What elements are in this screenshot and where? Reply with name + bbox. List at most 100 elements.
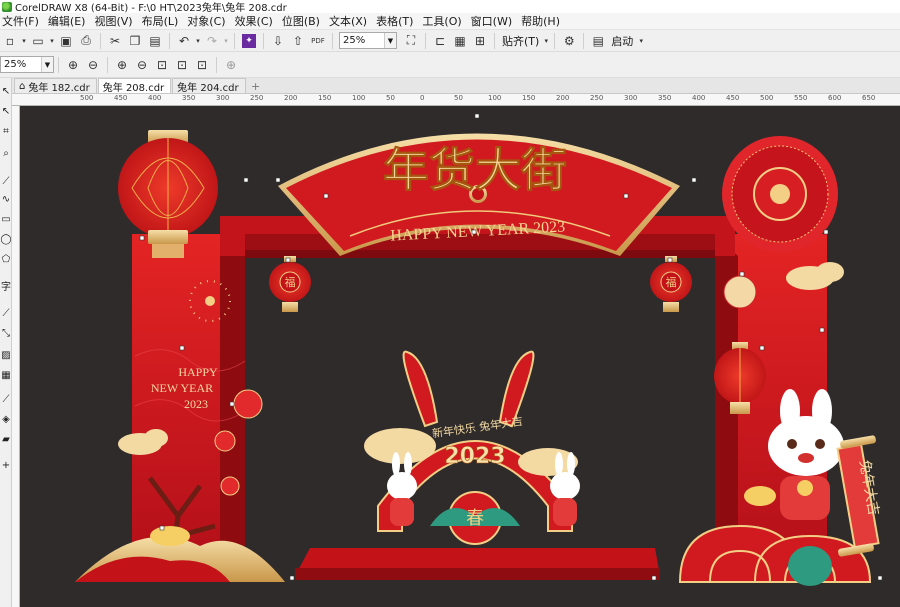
transparency-icon[interactable]: ▦ <box>0 366 12 384</box>
new-document-icon[interactable]: ▫ <box>0 32 20 50</box>
title-bar: CorelDRAW X8 (64-Bit) - F:\0 HT\2023兔年\兔… <box>0 0 900 14</box>
zoom-out-icon[interactable]: ⊖ <box>83 56 103 74</box>
menu-tools[interactable]: 工具(O) <box>422 13 470 29</box>
ellipse-tool-icon[interactable]: ◯ <box>0 230 12 248</box>
ruler-tick-label: 500 <box>80 94 94 102</box>
show-guidelines-icon[interactable]: ⊞ <box>470 32 490 50</box>
rectangle-tool-icon[interactable]: ▭ <box>0 210 12 228</box>
ruler-tick-label: 50 <box>454 94 463 102</box>
separator <box>332 32 333 49</box>
menu-layout[interactable]: 布局(L) <box>142 13 188 29</box>
artwork: 年货大街 HAPPY NEW YEAR 2023 福 福 HAPPY NEW Y… <box>75 113 883 586</box>
artistic-media-icon[interactable]: ∿ <box>0 190 12 208</box>
show-rulers-icon[interactable]: ⊏ <box>430 32 450 50</box>
snap-dropdown-icon[interactable]: ▾ <box>542 32 550 50</box>
copy-icon[interactable]: ❐ <box>125 32 145 50</box>
arch-greeting: 新年快乐 兔年大吉 <box>431 414 524 441</box>
export-icon[interactable]: ⇧ <box>288 32 308 50</box>
zoom-to-width-icon[interactable]: ⊡ <box>172 56 192 74</box>
open-folder-icon[interactable]: ▭ <box>28 32 48 50</box>
ruler-tick-label: 400 <box>148 94 162 102</box>
redo-dropdown-icon[interactable]: ▾ <box>222 32 230 50</box>
arch-year: 2023 <box>444 444 505 469</box>
tab-label: 兔年 204.cdr <box>177 82 239 94</box>
zoom-to-selected-icon[interactable]: ⊕ <box>112 56 132 74</box>
undo-dropdown-icon[interactable]: ▾ <box>194 32 202 50</box>
crop-tool-icon[interactable]: ⌗ <box>0 122 12 140</box>
print-icon[interactable]: ⎙ <box>76 32 96 50</box>
drawing-canvas[interactable]: 年货大街 HAPPY NEW YEAR 2023 福 福 HAPPY NEW Y… <box>20 106 900 607</box>
tab-document-204[interactable]: 兔年 204.cdr <box>172 78 246 94</box>
new-dropdown-icon[interactable]: ▾ <box>20 32 28 50</box>
import-icon[interactable]: ⇩ <box>268 32 288 50</box>
save-icon[interactable]: ▣ <box>56 32 76 50</box>
tab-document-182[interactable]: ⌂ 兔年 182.cdr <box>14 78 97 94</box>
zoom-to-page-icon[interactable]: ⊡ <box>152 56 172 74</box>
shape-tool-icon[interactable]: ↖ <box>0 102 12 120</box>
menu-table[interactable]: 表格(T) <box>376 13 422 29</box>
zoom-level-value: 25% <box>343 35 366 46</box>
tab-document-208[interactable]: 兔年 208.cdr <box>97 78 172 94</box>
add-tool-plus-icon[interactable]: + <box>0 456 12 474</box>
add-plus-icon[interactable]: ⊕ <box>221 56 241 74</box>
ruler-tick-label: 200 <box>284 94 298 102</box>
pick-tool-icon[interactable]: ↖ <box>0 82 12 100</box>
zoom-in-icon[interactable]: ⊕ <box>63 56 83 74</box>
separator <box>58 56 59 73</box>
menu-window[interactable]: 窗口(W) <box>471 13 521 29</box>
property-zoom-select[interactable]: 25% ▼ <box>0 56 54 73</box>
smart-fill-icon[interactable]: ▰ <box>0 430 12 448</box>
separator <box>100 32 101 49</box>
launch-button[interactable]: 启动 <box>608 33 636 49</box>
show-grid-icon[interactable]: ▦ <box>450 32 470 50</box>
full-screen-icon[interactable]: ⛶ <box>401 32 421 50</box>
menu-help[interactable]: 帮助(H) <box>521 13 569 29</box>
connector-tool-icon[interactable]: ⤡ <box>0 324 12 342</box>
launch-dropdown-icon[interactable]: ▾ <box>636 32 646 50</box>
chevron-down-icon[interactable]: ▼ <box>41 57 53 72</box>
cut-icon[interactable]: ✂ <box>105 32 125 50</box>
paste-icon[interactable]: ▤ <box>145 32 165 50</box>
options-gear-icon[interactable]: ⚙ <box>559 32 579 50</box>
redo-icon[interactable]: ↷ <box>202 32 222 50</box>
text-tool-icon[interactable]: 字 <box>0 276 12 294</box>
property-bar: 25% ▼ ⊕ ⊖ ⊕ ⊖ ⊡ ⊡ ⊡ ⊕ <box>0 52 900 78</box>
menu-object[interactable]: 对象(C) <box>187 13 234 29</box>
snap-to-button[interactable]: 贴齐(T) <box>499 33 542 49</box>
ruler-tick-label: 350 <box>658 94 672 102</box>
vertical-ruler <box>12 106 20 607</box>
search-content-icon[interactable]: ✦ <box>242 33 256 48</box>
menu-bitmaps[interactable]: 位图(B) <box>282 13 329 29</box>
lantern-char-right: 福 <box>666 275 677 289</box>
freehand-tool-icon[interactable]: ⟋ <box>0 172 12 190</box>
application-launcher-icon[interactable]: ▤ <box>588 32 608 50</box>
menu-effects[interactable]: 效果(C) <box>235 13 282 29</box>
separator <box>494 32 495 49</box>
undo-icon[interactable]: ↶ <box>174 32 194 50</box>
toolbox: ↖ ↖ ⌗ ⌕ ⟋ ∿ ▭ ◯ ⬠ 字 ⟋ ⤡ ▨ ▦ ⟋ ◈ ▰ + <box>0 78 12 607</box>
ruler-tick-label: 450 <box>726 94 740 102</box>
menu-text[interactable]: 文本(X) <box>329 13 376 29</box>
separator <box>554 32 556 49</box>
window-title: CorelDRAW X8 (64-Bit) - F:\0 HT\2023兔年\兔… <box>15 3 287 14</box>
spring-character: 春 <box>466 508 484 529</box>
publish-pdf-icon[interactable]: PDF <box>308 32 328 50</box>
menu-edit[interactable]: 编辑(E) <box>48 13 95 29</box>
open-dropdown-icon[interactable]: ▾ <box>48 32 56 50</box>
drop-shadow-icon[interactable]: ▨ <box>0 346 12 364</box>
zoom-to-height-icon[interactable]: ⊡ <box>192 56 212 74</box>
menu-file[interactable]: 文件(F) <box>2 13 48 29</box>
chevron-down-icon[interactable]: ▼ <box>384 33 396 48</box>
new-tab-plus-icon[interactable]: + <box>249 79 263 93</box>
ruler-tick-label: 250 <box>590 94 604 102</box>
document-tabs: ⌂ 兔年 182.cdr 兔年 208.cdr 兔年 204.cdr + <box>0 78 900 94</box>
zoom-level-select[interactable]: 25% ▼ <box>339 32 397 49</box>
polygon-tool-icon[interactable]: ⬠ <box>0 250 12 268</box>
zoom-tool-icon[interactable]: ⌕ <box>0 144 12 162</box>
zoom-to-all-objects-icon[interactable]: ⊖ <box>132 56 152 74</box>
interactive-fill-icon[interactable]: ◈ <box>0 410 12 428</box>
menu-view[interactable]: 视图(V) <box>94 13 141 29</box>
parallel-dimension-icon[interactable]: ⟋ <box>0 304 12 322</box>
ruler-tick-label: 550 <box>794 94 808 102</box>
eyedropper-icon[interactable]: ⟋ <box>0 390 12 408</box>
